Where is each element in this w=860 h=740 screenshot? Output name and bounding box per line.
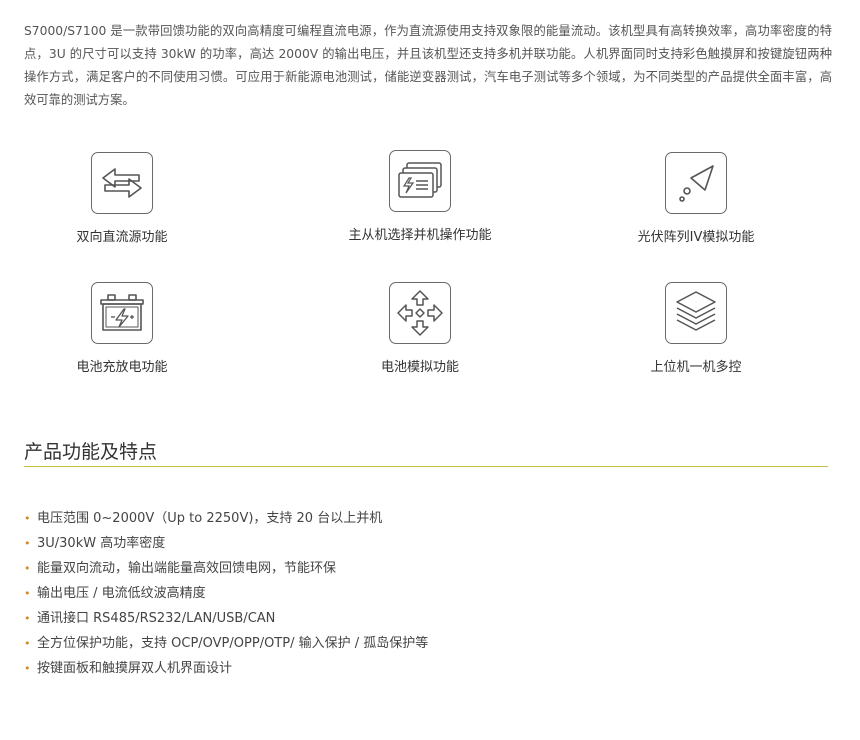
feature-label: 上位机一机多控 (650, 360, 742, 375)
bullet-icon: • (24, 562, 31, 575)
bullet-icon: • (24, 537, 31, 550)
feature-battery-sim: 电池模拟功能 (320, 282, 520, 375)
stacked-modules-icon (389, 150, 451, 212)
bullet-icon: • (24, 612, 31, 625)
feature-spec-list: • 电压范围 0~2000V（Up to 2250V)，支持 20 台以上并机 •… (24, 506, 428, 681)
section-divider (24, 466, 828, 467)
bullet-icon: • (24, 662, 31, 675)
feature-pv-iv: 光伏阵列IV模拟功能 (596, 152, 796, 245)
feature-battery-charge: 电池充放电功能 (22, 282, 222, 375)
feature-label: 双向直流源功能 (76, 230, 168, 245)
bidirectional-arrows-icon (91, 152, 153, 214)
battery-icon (91, 282, 153, 344)
feature-label: 电池充放电功能 (76, 360, 168, 375)
four-way-arrows-icon (389, 282, 451, 344)
solar-iv-icon (665, 152, 727, 214)
section-title: 产品功能及特点 (24, 441, 158, 463)
bullet-icon: • (24, 587, 31, 600)
feature-host-multi-control: 上位机一机多控 (596, 282, 796, 375)
list-item: • 全方位保护功能，支持 OCP/OVP/OPP/OTP/ 输入保护 / 孤岛保护… (24, 631, 428, 656)
feature-label: 光伏阵列IV模拟功能 (637, 230, 755, 245)
list-item: • 通讯接口 RS485/RS232/LAN/USB/CAN (24, 606, 428, 631)
bullet-icon: • (24, 637, 31, 650)
list-item: • 输出电压 / 电流低纹波高精度 (24, 581, 428, 606)
list-item: • 能量双向流动，输出端能量高效回馈电网，节能环保 (24, 556, 428, 581)
list-item: • 按键面板和触摸屏双人机界面设计 (24, 656, 428, 681)
feature-bidirectional-dc: 双向直流源功能 (22, 152, 222, 245)
bullet-icon: • (24, 512, 31, 525)
product-intro: S7000/S7100 是一款带回馈功能的双向高精度可编程直流电源，作为直流源使… (24, 24, 832, 107)
feature-label: 主从机选择并机操作功能 (348, 228, 492, 243)
feature-label: 电池模拟功能 (380, 360, 459, 375)
layers-icon (665, 282, 727, 344)
list-item: • 电压范围 0~2000V（Up to 2250V)，支持 20 台以上并机 (24, 506, 428, 531)
list-item: • 3U/30kW 高功率密度 (24, 531, 428, 556)
feature-master-slave: 主从机选择并机操作功能 (320, 150, 520, 243)
